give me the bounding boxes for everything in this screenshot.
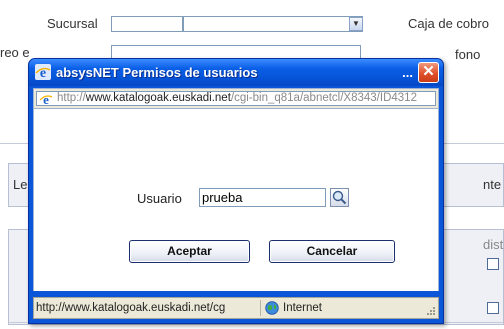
sucursal-select[interactable] (183, 16, 363, 32)
ie-page-icon: e (39, 92, 53, 106)
close-icon: ✕ (422, 63, 435, 80)
cancelar-button[interactable]: Cancelar (269, 240, 395, 263)
address-field[interactable]: e http://www.katalogoak.euskadi.net/cgi-… (36, 91, 436, 106)
sucursal-dropdown-icon[interactable]: ▼ (349, 17, 363, 31)
dist-fragment: dist (483, 237, 504, 252)
dialog-titlebar[interactable]: e absysNET Permisos de usuarios ... ✕ (29, 59, 443, 86)
sucursal-code-input[interactable] (111, 16, 183, 32)
title-ellipsis: ... (402, 65, 413, 80)
usuario-input[interactable] (199, 188, 326, 207)
address-path: /cgi-bin_q81a/abnetcl/X8343/ID4312 (230, 92, 417, 104)
aceptar-button[interactable]: Aceptar (129, 240, 250, 263)
permisos-dialog: e absysNET Permisos de usuarios ... ✕ e … (28, 58, 444, 324)
internet-globe-icon (265, 301, 279, 315)
close-button[interactable]: ✕ (418, 62, 439, 83)
address-scheme: http:// (57, 92, 86, 104)
caja-cobro-label: Caja de cobro (408, 16, 489, 31)
user-search-button[interactable] (330, 188, 349, 207)
background-checkbox-1[interactable] (487, 258, 499, 270)
address-bar: e http://www.katalogoak.euskadi.net/cgi-… (33, 88, 439, 109)
background-checkbox-2[interactable] (487, 302, 499, 314)
telefono-label: fono (455, 47, 481, 62)
svg-text:e: e (43, 92, 49, 106)
dialog-content: Usuario Aceptar Cancelar (33, 109, 439, 291)
right-tab-fragment: nte (483, 177, 502, 192)
sucursal-label: Sucursal (47, 16, 98, 31)
resize-grip-icon[interactable] (426, 306, 436, 316)
left-tab-fragment: Le (13, 177, 28, 192)
address-url: http://www.katalogoak.euskadi.net/cgi-bi… (57, 92, 417, 105)
status-bar: http://www.katalogoak.euskadi.net/cg Int… (33, 297, 439, 319)
usuario-label: Usuario (137, 191, 182, 206)
status-url: http://www.katalogoak.euskadi.net/cg (36, 300, 261, 316)
address-host: www.katalogoak.euskadi.net (85, 92, 231, 104)
magnifier-icon (332, 190, 347, 205)
status-zone: Internet (283, 302, 322, 314)
correo-label: reo e (0, 45, 30, 60)
dialog-title: absysNET Permisos de usuarios (56, 65, 258, 80)
ie-window-icon: e (35, 64, 51, 80)
